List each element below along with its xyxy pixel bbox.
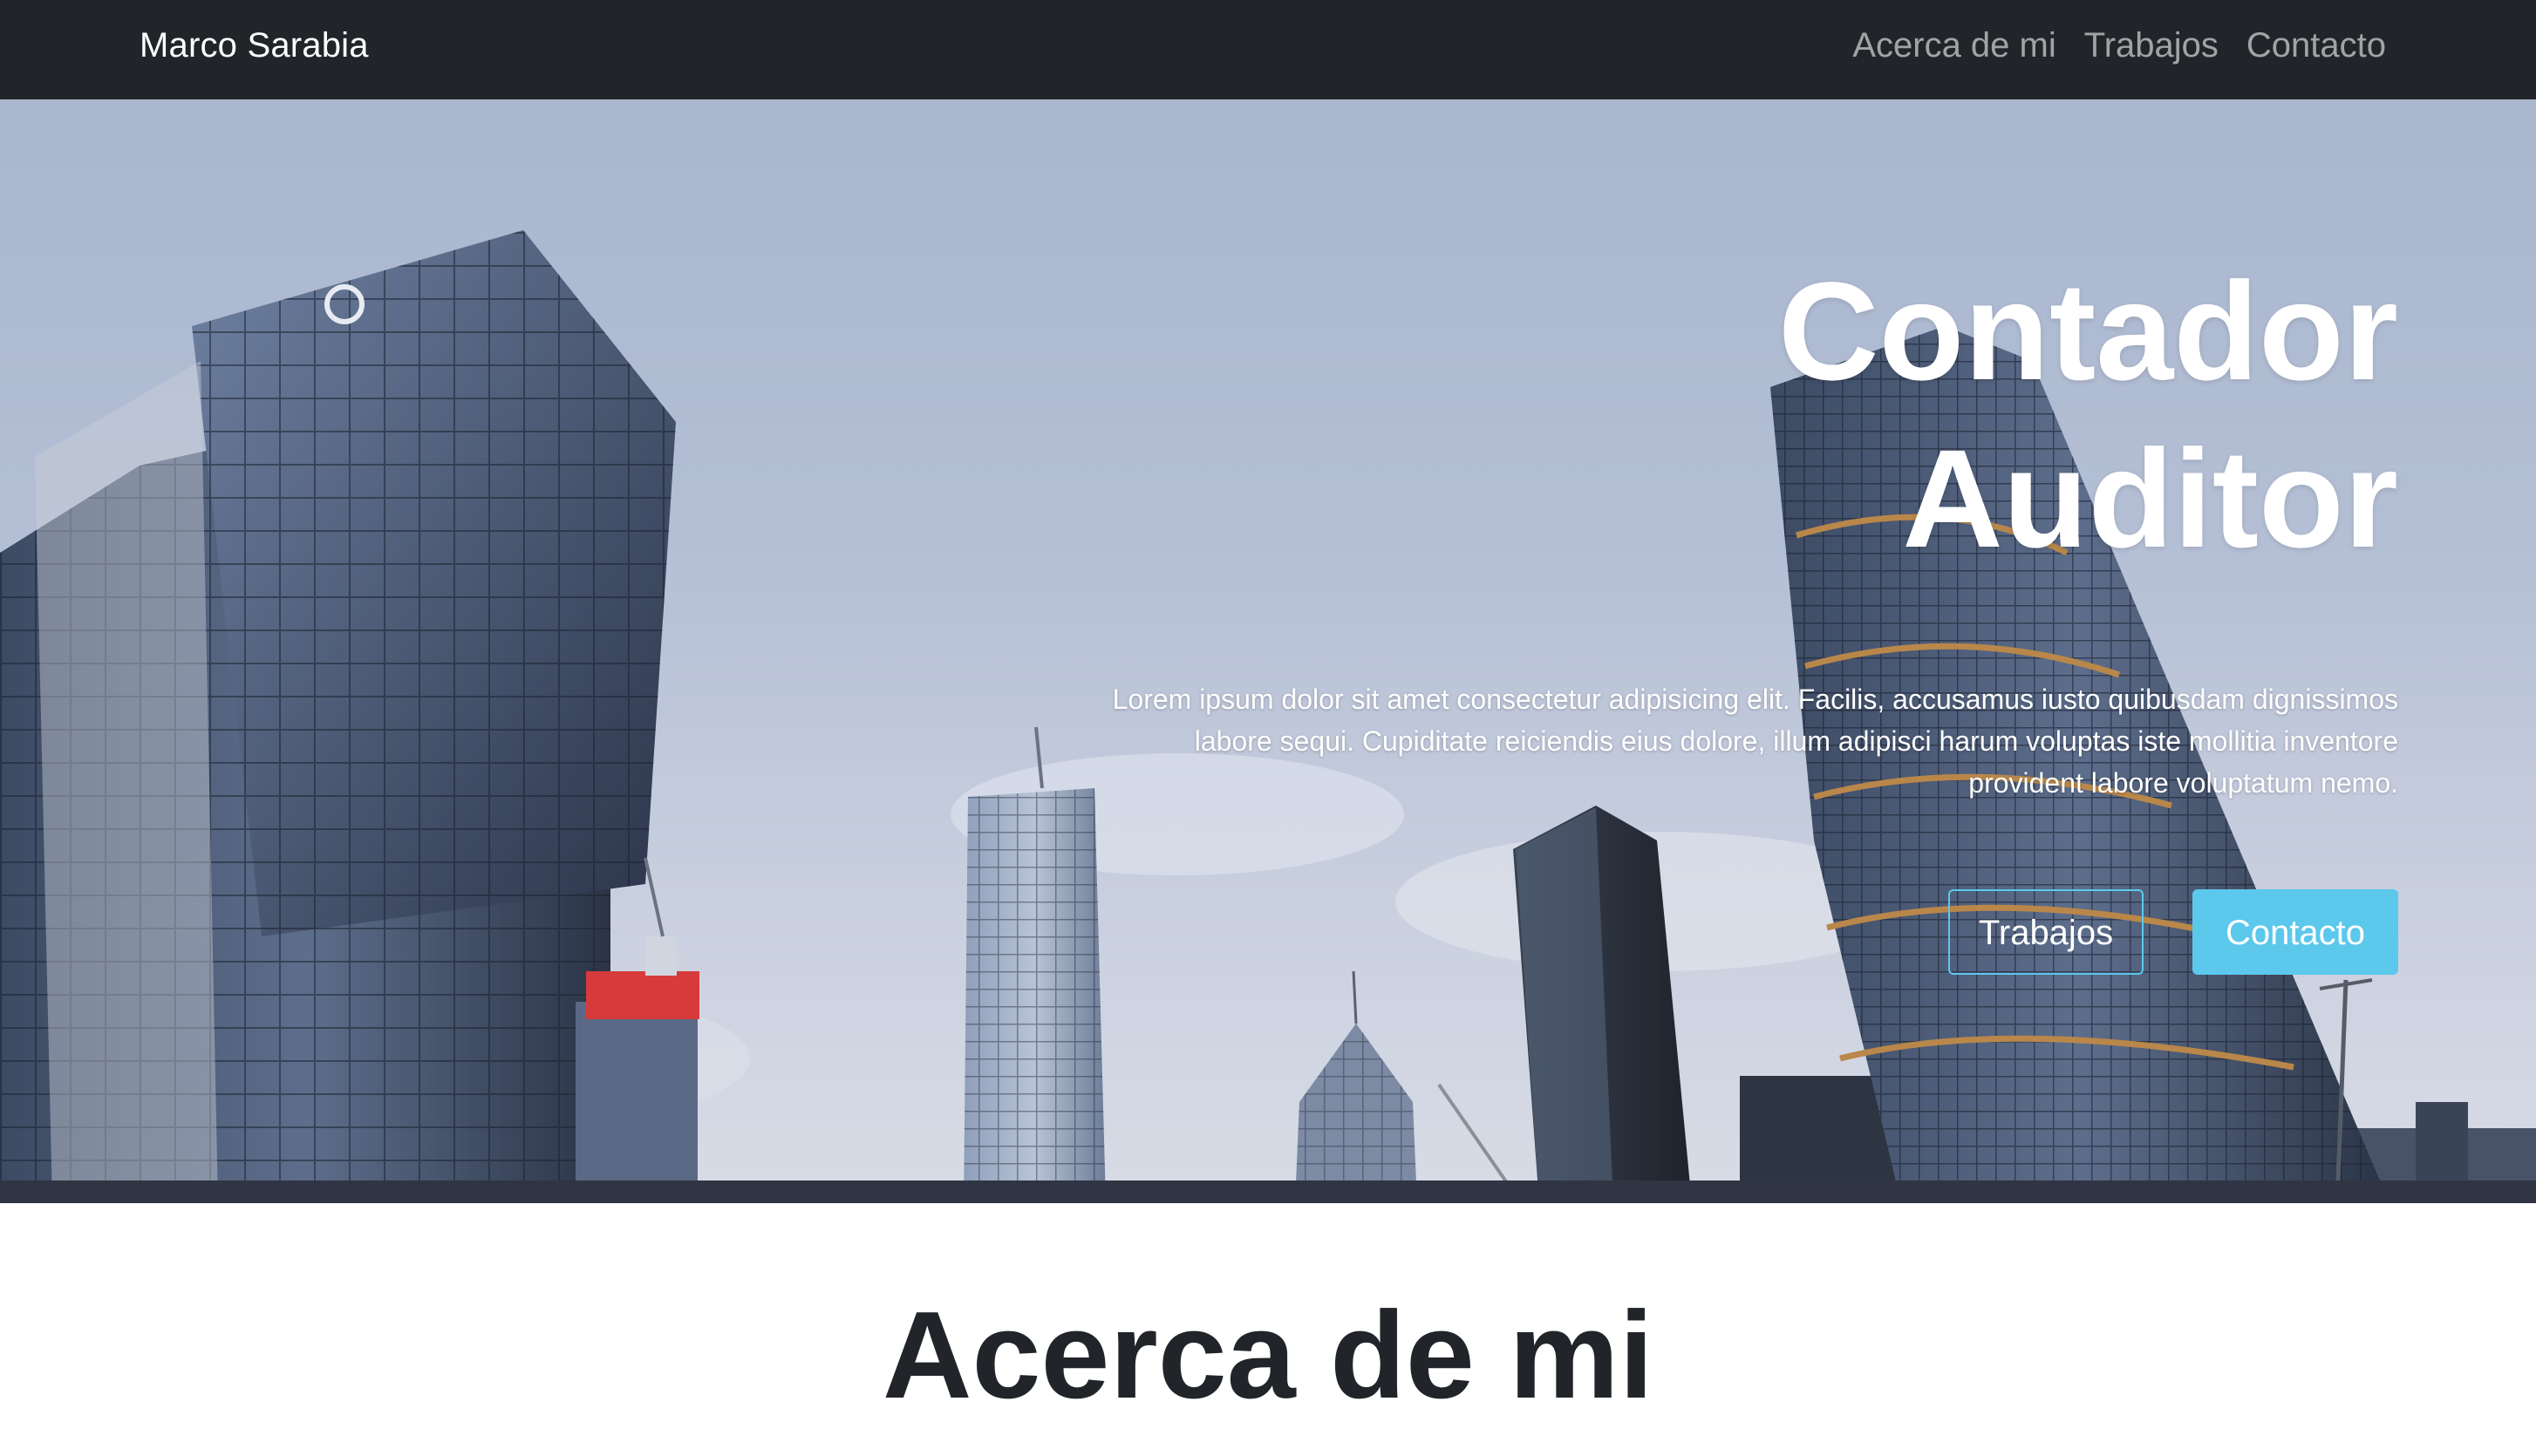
about-section-title: Acerca de mi: [882, 1286, 1654, 1425]
nav-link-contacto[interactable]: Contacto: [2246, 24, 2386, 67]
trabajos-button[interactable]: Trabajos: [1948, 889, 2144, 975]
hero-title-line2: Auditor: [1902, 420, 2398, 576]
brand-link[interactable]: Marco Sarabia: [140, 24, 369, 67]
hero-buttons: Trabajos Contacto: [1090, 889, 2398, 975]
hero-description: Lorem ipsum dolor sit amet consectetur a…: [1112, 684, 2398, 799]
contacto-button[interactable]: Contacto: [2192, 889, 2398, 975]
hero-title-line1: Contador: [1777, 253, 2398, 409]
nav-link-acerca[interactable]: Acerca de mi: [1852, 24, 2055, 67]
hero-content: Contador Auditor Lorem ipsum dolor sit a…: [1090, 248, 2398, 975]
hero-section: Contador Auditor Lorem ipsum dolor sit a…: [0, 99, 2536, 1203]
navbar: Marco Sarabia Acerca de mi Trabajos Cont…: [0, 0, 2536, 99]
nav-links: Acerca de mi Trabajos Contacto: [1852, 24, 2386, 67]
hero-title: Contador Auditor: [1090, 248, 2398, 582]
nav-link-trabajos[interactable]: Trabajos: [2084, 24, 2219, 67]
